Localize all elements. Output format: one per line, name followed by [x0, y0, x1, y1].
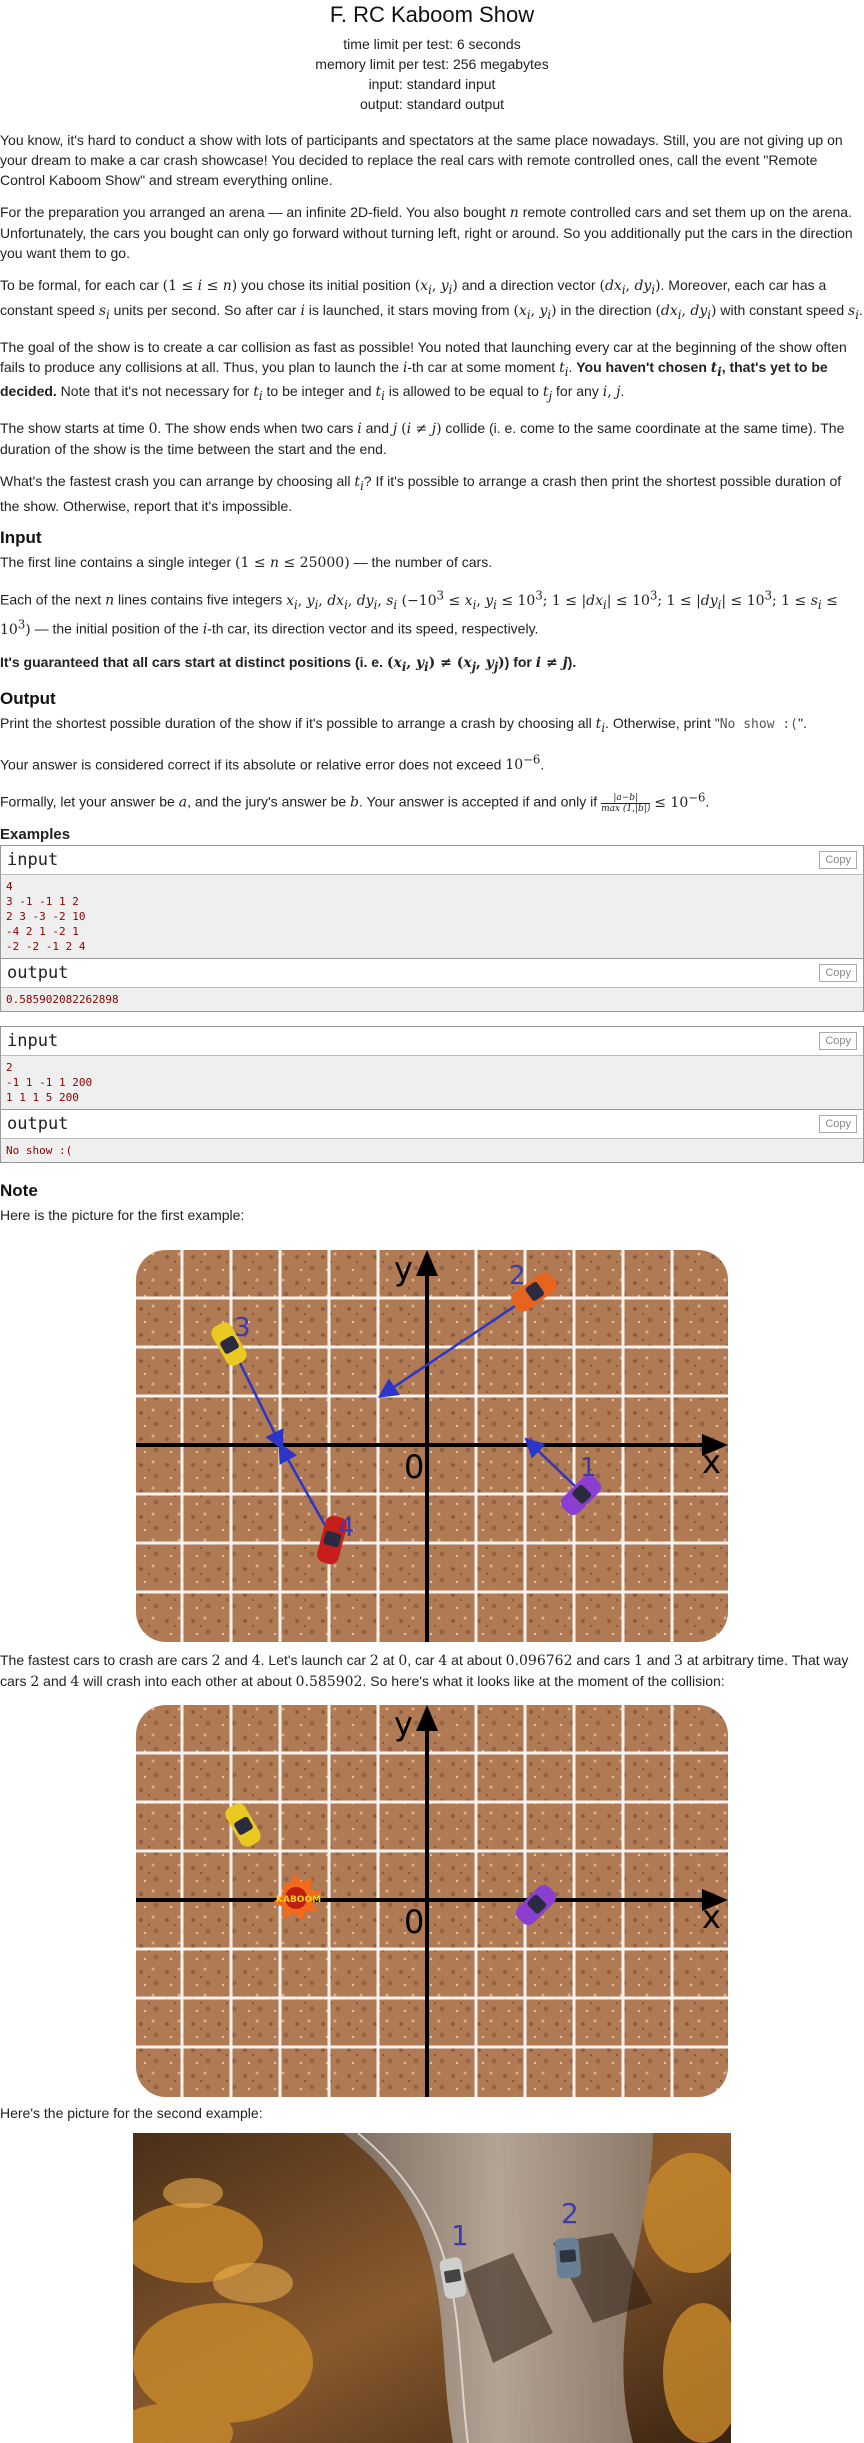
problem-header: F. RC Kaboom Show time limit per test: 6… [0, 2, 864, 114]
note-intro: Here is the picture for the first exampl… [0, 1206, 245, 1223]
problem-statement: You know, it's hard to conduct a show wi… [0, 130, 864, 516]
example-2-figure: 1 2 [133, 2133, 731, 2443]
copy-button[interactable]: Copy [819, 963, 857, 982]
input-section: Input The first line contains a single i… [0, 528, 864, 677]
example-2-input: input Copy 2 -1 1 -1 1 200 1 1 1 5 200 [0, 1025, 864, 1110]
output-label: output [7, 1113, 69, 1134]
copy-button[interactable]: Copy [819, 850, 857, 869]
input-label: input [7, 849, 59, 870]
problem-page: F. RC Kaboom Show time limit per test: 6… [0, 2, 864, 2443]
example-2-input-text: 2 -1 1 -1 1 200 1 1 1 5 200 [1, 1055, 863, 1109]
kaboom-text: KABOOM [276, 1895, 321, 1905]
example-1-input-text: 4 3 -1 -1 1 2 2 3 -3 -2 10 -4 2 1 -2 1 -… [1, 874, 863, 958]
example-1-input: input Copy 4 3 -1 -1 1 2 2 3 -3 -2 10 -4 … [0, 844, 864, 959]
input-line: Each of the next n lines contains five i… [0, 587, 838, 639]
input-line: The first line contains a single integer… [0, 553, 493, 571]
car-2-label: 2 [561, 2197, 579, 2230]
input-label: input [7, 1030, 59, 1051]
origin-label: 0 [404, 1903, 424, 1941]
output-line: Formally, let your answer be a, and the … [0, 790, 710, 814]
examples-heading: Examples [0, 825, 71, 843]
output-section: Output Print the shortest possible durat… [0, 689, 864, 814]
input-file: input: standard input [368, 76, 496, 92]
statement-paragraph: To be formal, for each car (1 ≤ i ≤ n) y… [0, 277, 863, 322]
axis-x-label: x [702, 1443, 721, 1481]
problem-title: F. RC Kaboom Show [329, 2, 535, 27]
collision-figure: x y 0 KABOOM [136, 1705, 728, 2097]
statement-paragraph: What's the fastest crash you can arrange… [0, 473, 842, 514]
axis-x-label: x [702, 1898, 721, 1936]
car-1-label: 1 [580, 1453, 597, 1483]
example-1-output: output Copy 0.585902082262898 [0, 958, 864, 1012]
examples-section: Examples input Copy 4 3 -1 -1 1 2 2 3 -3 … [0, 826, 864, 1163]
road-illustration: 1 2 [133, 2133, 731, 2443]
car-2-icon [554, 2237, 582, 2279]
time-limit: time limit per test: 6 seconds [343, 36, 521, 52]
copy-button[interactable]: Copy [819, 1031, 857, 1050]
output-line: Your answer is considered correct if its… [0, 752, 545, 774]
axis-y-label: y [394, 1705, 413, 1743]
output-file: output: standard output [360, 96, 504, 112]
note-heading: Note [0, 1180, 38, 1200]
note-section: Note Here is the picture for the first e… [0, 1181, 864, 1225]
arena-illustration: x y 0 1 2 3 4 [136, 1250, 728, 1642]
input-guarantee: It's guaranteed that all cars start at d… [0, 654, 577, 674]
statement-paragraph: The show starts at time 0. The show ends… [0, 420, 845, 458]
statement-paragraph: For the preparation you arranged an aren… [0, 204, 853, 261]
note-second-text: Here's the picture for the second exampl… [0, 2105, 263, 2121]
car-3-label: 3 [234, 1313, 251, 1343]
example-2-output-text: No show :( [1, 1138, 863, 1162]
output-heading: Output [0, 688, 56, 708]
example-1-output-text: 0.585902082262898 [1, 987, 863, 1011]
output-label: output [7, 962, 69, 983]
input-heading: Input [0, 527, 42, 547]
origin-label: 0 [404, 1448, 424, 1486]
statement-paragraph: The goal of the show is to create a car … [0, 338, 847, 404]
car-1-label: 1 [451, 2219, 469, 2252]
axis-y-label: y [394, 1250, 413, 1288]
statement-paragraph: You know, it's hard to conduct a show wi… [0, 132, 843, 188]
copy-button[interactable]: Copy [819, 1114, 857, 1133]
example-1-figure: x y 0 1 2 3 4 [136, 1250, 728, 1642]
note-collision-text: The fastest cars to crash are cars 2 and… [0, 1652, 849, 1690]
collision-illustration: x y 0 KABOOM [136, 1705, 728, 2097]
example-2-output: output Copy No show :( [0, 1109, 864, 1163]
car-4-label: 4 [338, 1513, 355, 1543]
output-line: Print the shortest possible duration of … [0, 714, 807, 735]
memory-limit: memory limit per test: 256 megabytes [315, 56, 549, 72]
car-2-label: 2 [509, 1261, 526, 1291]
